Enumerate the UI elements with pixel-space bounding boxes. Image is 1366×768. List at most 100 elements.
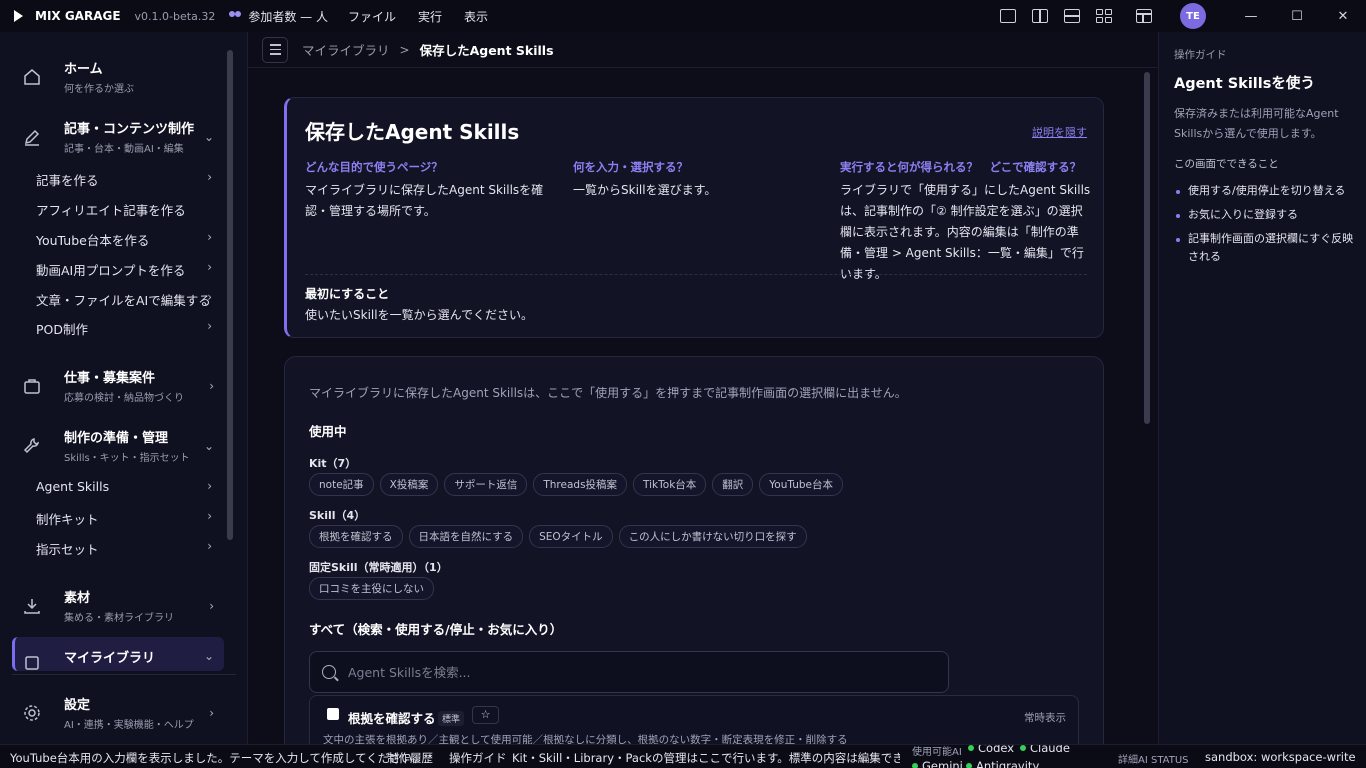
intro-card: 保存したAgent Skills 説明を隠す どんな目的で使うページ？ マイライ… — [284, 97, 1104, 338]
sidebar-scrollbar[interactable] — [227, 50, 233, 540]
menu-view[interactable]: 表示 — [464, 8, 488, 25]
intro-input: 何を入力・選択する？ 一覧からSkillを選びます。 — [573, 160, 717, 197]
chip-skill[interactable]: 日本語を自然にする — [408, 525, 524, 548]
guide-subheading: この画面でできること — [1174, 158, 1279, 170]
breadcrumb: マイライブラリ > 保存したAgent Skills — [248, 32, 1158, 68]
chip-kit[interactable]: YouTube台本 — [759, 473, 843, 496]
menu-toggle-button[interactable] — [262, 36, 288, 63]
sidebar-item-article[interactable]: 記事を作る › — [36, 170, 212, 189]
chip-skill[interactable]: 根拠を確認する — [309, 525, 403, 548]
chip-kit[interactable]: 翻訳 — [712, 473, 754, 496]
chevron-down-icon[interactable]: ⌄ — [204, 439, 214, 453]
layout-grid-icon[interactable] — [1096, 9, 1112, 23]
favorite-star-icon[interactable]: ☆ — [472, 706, 499, 724]
nav-settings[interactable]: 設定 AI・連携・実験機能・ヘルプ › — [12, 694, 224, 731]
ai-codex: Codex — [962, 745, 1014, 755]
nav-materials[interactable]: 素材 集める・素材ライブラリ › — [12, 587, 224, 624]
nav-home[interactable]: ホーム 何を作るか選ぶ — [12, 58, 224, 95]
guide-panel: 操作ガイド Agent Skillsを使う 保存済みまたは利用可能なAgent … — [1158, 32, 1366, 744]
nav-prep[interactable]: 制作の準備・管理 Skills・キット・指示セット ⌄ — [12, 427, 224, 464]
status-guide-link[interactable]: 操作ガイド — [449, 750, 507, 766]
briefcase-icon — [24, 378, 40, 394]
fixed-skill-label: 固定Skill（常時適用）（1） — [309, 561, 448, 574]
layout-single-icon[interactable] — [1000, 9, 1016, 23]
maximize-button[interactable]: ☐ — [1274, 0, 1320, 32]
avatar[interactable]: TE — [1180, 3, 1206, 29]
ai-status-detail[interactable]: 詳細AI STATUS — [1118, 751, 1189, 766]
main-scrollbar[interactable] — [1144, 72, 1150, 424]
sidebar-item-youtube[interactable]: YouTube台本を作る › — [36, 230, 212, 249]
sidebar-item-kit[interactable]: 制作キット › — [36, 509, 212, 528]
menu-run[interactable]: 実行 — [418, 8, 442, 25]
status-dot-icon — [968, 745, 974, 751]
chip-kit[interactable]: X投稿案 — [379, 473, 439, 496]
sidebar-item-video-ai[interactable]: 動画AI用プロンプトを作る › — [36, 260, 212, 279]
chevron-right-icon: › — [207, 319, 212, 333]
chevron-right-icon[interactable]: › — [209, 706, 214, 720]
in-use-heading: 使用中 — [309, 424, 347, 439]
ai-antigravity: Antigravity — [960, 759, 1039, 768]
wrench-icon — [23, 437, 40, 453]
hide-help-link[interactable]: 説明を隠す — [1032, 124, 1087, 140]
layout-split-horizontal-icon[interactable] — [1064, 9, 1080, 23]
play-icon[interactable] — [14, 10, 23, 22]
chip-kit[interactable]: サポート返信 — [444, 473, 528, 496]
status-message: YouTube台本用の入力欄を表示しました。テーマを入力して作成してください。 — [10, 751, 424, 765]
standard-badge: 標準 — [438, 711, 465, 726]
sidebar-divider — [12, 674, 236, 675]
search-input[interactable] — [348, 664, 908, 680]
status-history-link[interactable]: 制作履歴 — [387, 750, 433, 766]
chip-skill[interactable]: この人にしか書けない切り口を探す — [618, 525, 807, 548]
guide-title: Agent Skillsを使う — [1174, 76, 1315, 92]
sidebar-item-agent-skills[interactable]: Agent Skills › — [36, 479, 212, 494]
layout-split-vertical-icon[interactable] — [1032, 9, 1048, 23]
skill-description: 文中の主張を根拠あり／主観として使用可能／根拠なしに分類し、根拠のない数字・断定… — [323, 734, 848, 744]
chip-skill[interactable]: SEOタイトル — [529, 525, 613, 548]
gear-icon — [24, 704, 40, 721]
chip-kit[interactable]: Threads投稿案 — [533, 473, 628, 496]
panel-toggle-icon[interactable] — [1136, 9, 1152, 23]
intro-first-step: 最初にすること 使いたいSkillを一覧から選んでください。 — [305, 287, 533, 322]
intro-purpose: どんな目的で使うページ？ マイライブラリに保存したAgent Skillsを確認… — [305, 160, 544, 218]
nav-jobs[interactable]: 仕事・募集案件 応募の検討・納品物づくり › — [12, 367, 224, 404]
nav-content[interactable]: 記事・コンテンツ制作 記事・台本・動画AI・編集 ⌄ — [12, 118, 224, 155]
kit-chips: note記事 X投稿案 サポート返信 Threads投稿案 TikTok台本 翻… — [309, 473, 843, 496]
chip-kit[interactable]: note記事 — [309, 473, 374, 496]
chevron-down-icon[interactable]: ⌄ — [204, 649, 214, 663]
library-icon — [25, 656, 39, 670]
library-notice: マイライブラリに保存したAgent Skillsは、ここで「使用する」を押すまで… — [309, 386, 907, 400]
sidebar-item-instructions[interactable]: 指示セット › — [36, 539, 212, 558]
chip-kit[interactable]: TikTok台本 — [633, 473, 707, 496]
chevron-right-icon: › — [207, 290, 212, 304]
chevron-right-icon: › — [207, 230, 212, 244]
breadcrumb-parent[interactable]: マイライブラリ — [302, 40, 390, 59]
chevron-right-icon: › — [207, 170, 212, 184]
app-name: MIX GARAGE — [35, 9, 121, 23]
sidebar-item-pod[interactable]: POD制作 › — [36, 319, 212, 338]
title-bar: MIX GARAGE v0.1.0-beta.32 参加者数 — 人 ファイル … — [0, 0, 1366, 32]
intro-divider — [305, 274, 1087, 275]
nav-my-library[interactable]: マイライブラリ ⌄ — [12, 637, 224, 671]
skill-row[interactable]: 根拠を確認する 標準 ☆ 常時表示 文中の主張を根拠あり／主観として使用可能／根… — [309, 695, 1079, 744]
home-icon — [24, 68, 40, 85]
sidebar-item-affiliate[interactable]: アフィリエイト記事を作る — [36, 200, 212, 219]
sandbox-status: sandbox: workspace-write — [1205, 750, 1356, 764]
close-button[interactable]: ✕ — [1320, 0, 1366, 32]
skill-checkbox[interactable] — [327, 708, 339, 720]
chevron-right-icon[interactable]: › — [209, 379, 214, 393]
search-box[interactable] — [309, 651, 949, 693]
minimize-button[interactable]: — — [1228, 0, 1274, 32]
chevron-right-icon: › — [207, 479, 212, 493]
ai-gemini: Gemini — [906, 759, 963, 768]
status-dot-icon — [1020, 745, 1026, 751]
chevron-down-icon[interactable]: ⌄ — [204, 130, 214, 144]
chip-fixed-skill[interactable]: 口コミを主役にしない — [309, 577, 434, 600]
guide-description: 保存済みまたは利用可能なAgent Skillsから選んで使用します。 — [1174, 107, 1339, 140]
sidebar: ホーム 何を作るか選ぶ 記事・コンテンツ制作 記事・台本・動画AI・編集 ⌄ 記事を… — [0, 32, 248, 744]
list-item: お気に入りに登録する — [1174, 206, 1359, 224]
menu-file[interactable]: ファイル — [348, 8, 396, 25]
chevron-right-icon[interactable]: › — [209, 599, 214, 613]
ai-claude: Claude — [1014, 745, 1070, 755]
chevron-right-icon: › — [207, 509, 212, 523]
sidebar-item-edit[interactable]: 文章・ファイルをAIで編集する › — [36, 290, 212, 309]
